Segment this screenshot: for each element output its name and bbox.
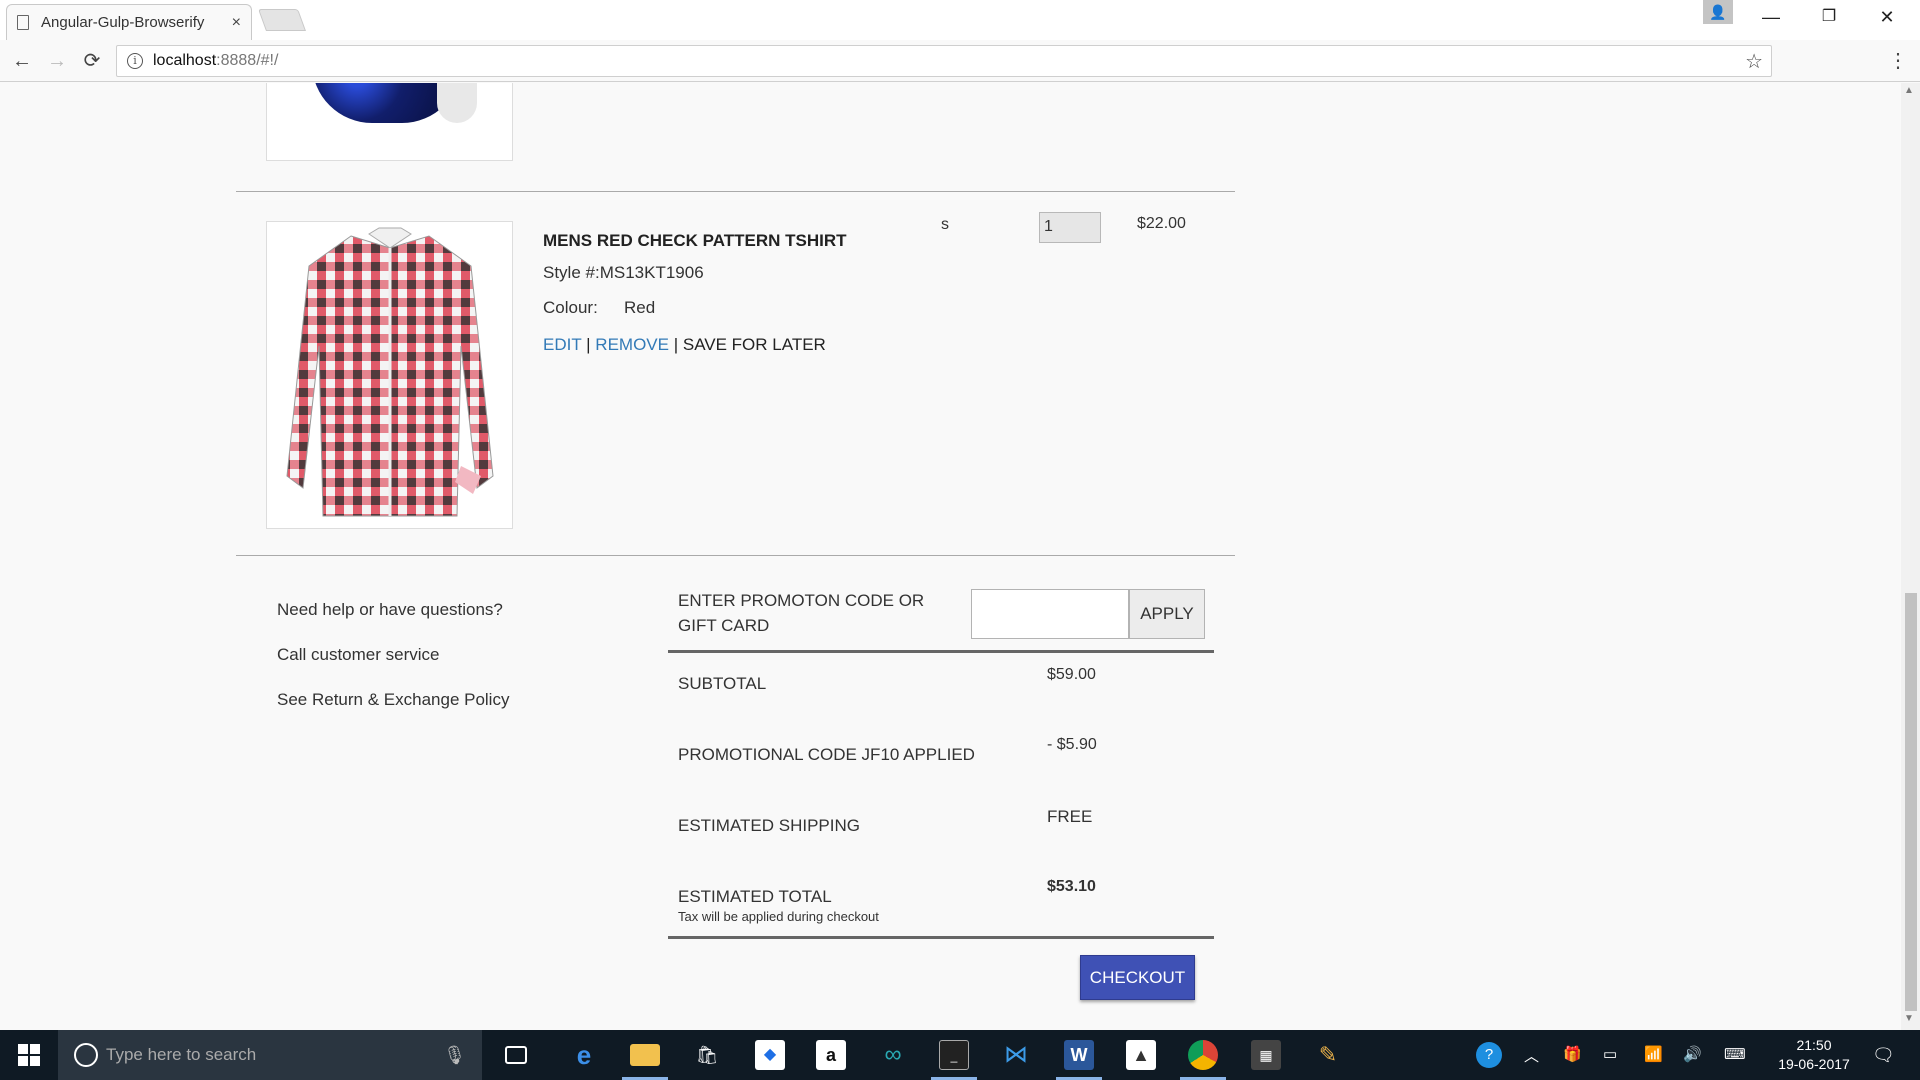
clock-date: 19-06-2017 xyxy=(1778,1056,1850,1072)
system-clock[interactable]: 21:50 19-06-2017 xyxy=(1764,1036,1864,1074)
url-path: :8888/#!/ xyxy=(216,52,279,69)
paint-icon[interactable]: ✎ xyxy=(1313,1040,1343,1070)
previous-item-thumbnail[interactable] xyxy=(266,83,513,161)
shipping-value: FREE xyxy=(1047,807,1093,826)
remove-link[interactable]: REMOVE xyxy=(595,335,669,354)
chrome-icon[interactable] xyxy=(1188,1040,1218,1070)
minimize-button[interactable]: — xyxy=(1748,0,1794,34)
action-center-icon[interactable]: 🗨 xyxy=(1872,1045,1895,1066)
item-colour-label: Colour: xyxy=(543,298,598,317)
vscode-icon[interactable]: ⋈ xyxy=(1001,1040,1031,1070)
help-icon[interactable]: ? xyxy=(1476,1042,1502,1068)
taskbar-search[interactable]: Type here to search 🎙 xyxy=(58,1030,482,1080)
call-customer-service-link[interactable]: Call customer service xyxy=(277,645,440,665)
word-icon[interactable]: W xyxy=(1064,1040,1094,1070)
item-colour-value: Red xyxy=(624,298,656,317)
close-window-button[interactable]: ✕ xyxy=(1864,0,1910,34)
item-name: MENS RED CHECK PATTERN TSHIRT xyxy=(543,231,847,250)
keyboard-icon[interactable]: ⌨ xyxy=(1724,1045,1746,1063)
apply-button[interactable]: APPLY xyxy=(1129,589,1205,639)
chrome-menu-icon[interactable]: ⋮ xyxy=(1888,48,1908,73)
wifi-icon[interactable]: 📶 xyxy=(1644,1045,1663,1063)
file-explorer-icon[interactable] xyxy=(630,1044,660,1066)
scroll-down-icon[interactable]: ▼ xyxy=(1904,1013,1914,1024)
promo-discount-value: - $5.90 xyxy=(1047,736,1097,753)
volume-icon[interactable]: 🔊 xyxy=(1683,1045,1702,1063)
clock-time: 21:50 xyxy=(1796,1037,1832,1053)
back-icon[interactable]: ← xyxy=(9,48,35,74)
save-for-later-link[interactable]: SAVE FOR LATER xyxy=(683,335,826,354)
reload-icon[interactable]: ⟳ xyxy=(79,48,105,74)
checkout-button[interactable]: CHECKOUT xyxy=(1080,955,1195,1000)
page-scrollbar[interactable]: ▲ ▼ xyxy=(1901,83,1920,1030)
edge-icon[interactable]: e xyxy=(569,1040,599,1070)
item-divider xyxy=(236,191,1235,192)
browser-titlebar: Angular-Gulp-Browserify × 👤 — ❐ ✕ xyxy=(0,0,1920,40)
url-host: localhost xyxy=(153,52,217,69)
item-actions: EDIT | REMOVE | SAVE FOR LATER xyxy=(543,335,826,355)
forward-icon[interactable]: → xyxy=(44,48,70,74)
profile-icon[interactable]: 👤 xyxy=(1703,0,1733,24)
windows-start-icon[interactable] xyxy=(18,1044,40,1066)
promo-code-label: ENTER PROMOTON CODE OR GIFT CARD xyxy=(678,591,925,635)
summary-bottom-rule xyxy=(668,936,1214,939)
scroll-thumb[interactable] xyxy=(1905,593,1917,1011)
document-icon xyxy=(17,15,29,30)
new-tab-button[interactable] xyxy=(257,9,307,31)
total-label: ESTIMATED TOTAL xyxy=(678,887,832,906)
chevron-up-icon[interactable]: ︿ xyxy=(1524,1045,1539,1066)
tax-note: Tax will be applied during checkout xyxy=(678,909,879,924)
promo-applied-label: PROMOTIONAL CODE JF10 APPLIED xyxy=(678,745,975,764)
separator: | xyxy=(581,335,596,354)
notification-app-icon[interactable]: 🎁 xyxy=(1563,1045,1582,1063)
separator: | xyxy=(668,335,683,354)
item-size: s xyxy=(941,216,949,233)
dropbox-icon[interactable]: ◆ xyxy=(755,1040,785,1070)
scroll-up-icon[interactable]: ▲ xyxy=(1904,85,1914,96)
windows-taskbar: Type here to search 🎙 e 🛍 ◆ a ∞ _ ⋈ W ▲ … xyxy=(0,1030,1920,1080)
item-divider xyxy=(236,555,1235,556)
amazon-icon[interactable]: a xyxy=(816,1040,846,1070)
quantity-input[interactable]: 1 xyxy=(1039,212,1101,243)
page-viewport: MENS RED CHECK PATTERN TSHIRT Style #:MS… xyxy=(0,83,1900,1030)
arduino-icon[interactable]: ∞ xyxy=(878,1040,908,1070)
photos-icon[interactable]: ▲ xyxy=(1126,1040,1156,1070)
task-view-icon[interactable] xyxy=(505,1046,527,1064)
search-placeholder: Type here to search xyxy=(106,1045,257,1064)
shirt-sleeve-image xyxy=(437,83,477,123)
restore-button[interactable]: ❐ xyxy=(1806,0,1852,34)
item-price: $22.00 xyxy=(1137,215,1186,232)
edit-link[interactable]: EDIT xyxy=(543,335,581,354)
promo-code-input[interactable] xyxy=(971,589,1129,639)
subtotal-label: SUBTOTAL xyxy=(678,674,767,693)
item-style-number: Style #:MS13KT1906 xyxy=(543,263,704,282)
battery-icon[interactable]: ▭ xyxy=(1603,1045,1617,1063)
tab-title: Angular-Gulp-Browserify xyxy=(41,14,205,31)
browser-toolbar: ← → ⟳ i localhost:8888/#!/ ☆ ⋮ xyxy=(0,40,1920,82)
item-thumbnail[interactable] xyxy=(266,221,513,529)
red-check-shirt-image xyxy=(286,227,494,517)
tab-close-icon[interactable]: × xyxy=(232,14,241,32)
help-question-text: Need help or have questions? xyxy=(277,600,503,619)
address-bar[interactable]: i localhost:8888/#!/ ☆ xyxy=(116,45,1772,77)
site-info-icon[interactable]: i xyxy=(127,53,143,69)
calculator-icon[interactable]: ▦ xyxy=(1251,1040,1281,1070)
shipping-label: ESTIMATED SHIPPING xyxy=(678,816,860,835)
browser-tab[interactable]: Angular-Gulp-Browserify × xyxy=(6,4,252,40)
store-icon[interactable]: 🛍 xyxy=(692,1040,722,1070)
terminal-icon[interactable]: _ xyxy=(939,1040,969,1070)
microphone-icon[interactable]: 🎙 xyxy=(443,1045,466,1066)
subtotal-value: $59.00 xyxy=(1047,666,1096,683)
return-policy-link[interactable]: See Return & Exchange Policy xyxy=(277,690,509,710)
bookmark-star-icon[interactable]: ☆ xyxy=(1745,49,1763,74)
cortana-icon xyxy=(74,1043,98,1067)
summary-top-rule xyxy=(668,650,1214,653)
total-value: $53.10 xyxy=(1047,878,1096,895)
